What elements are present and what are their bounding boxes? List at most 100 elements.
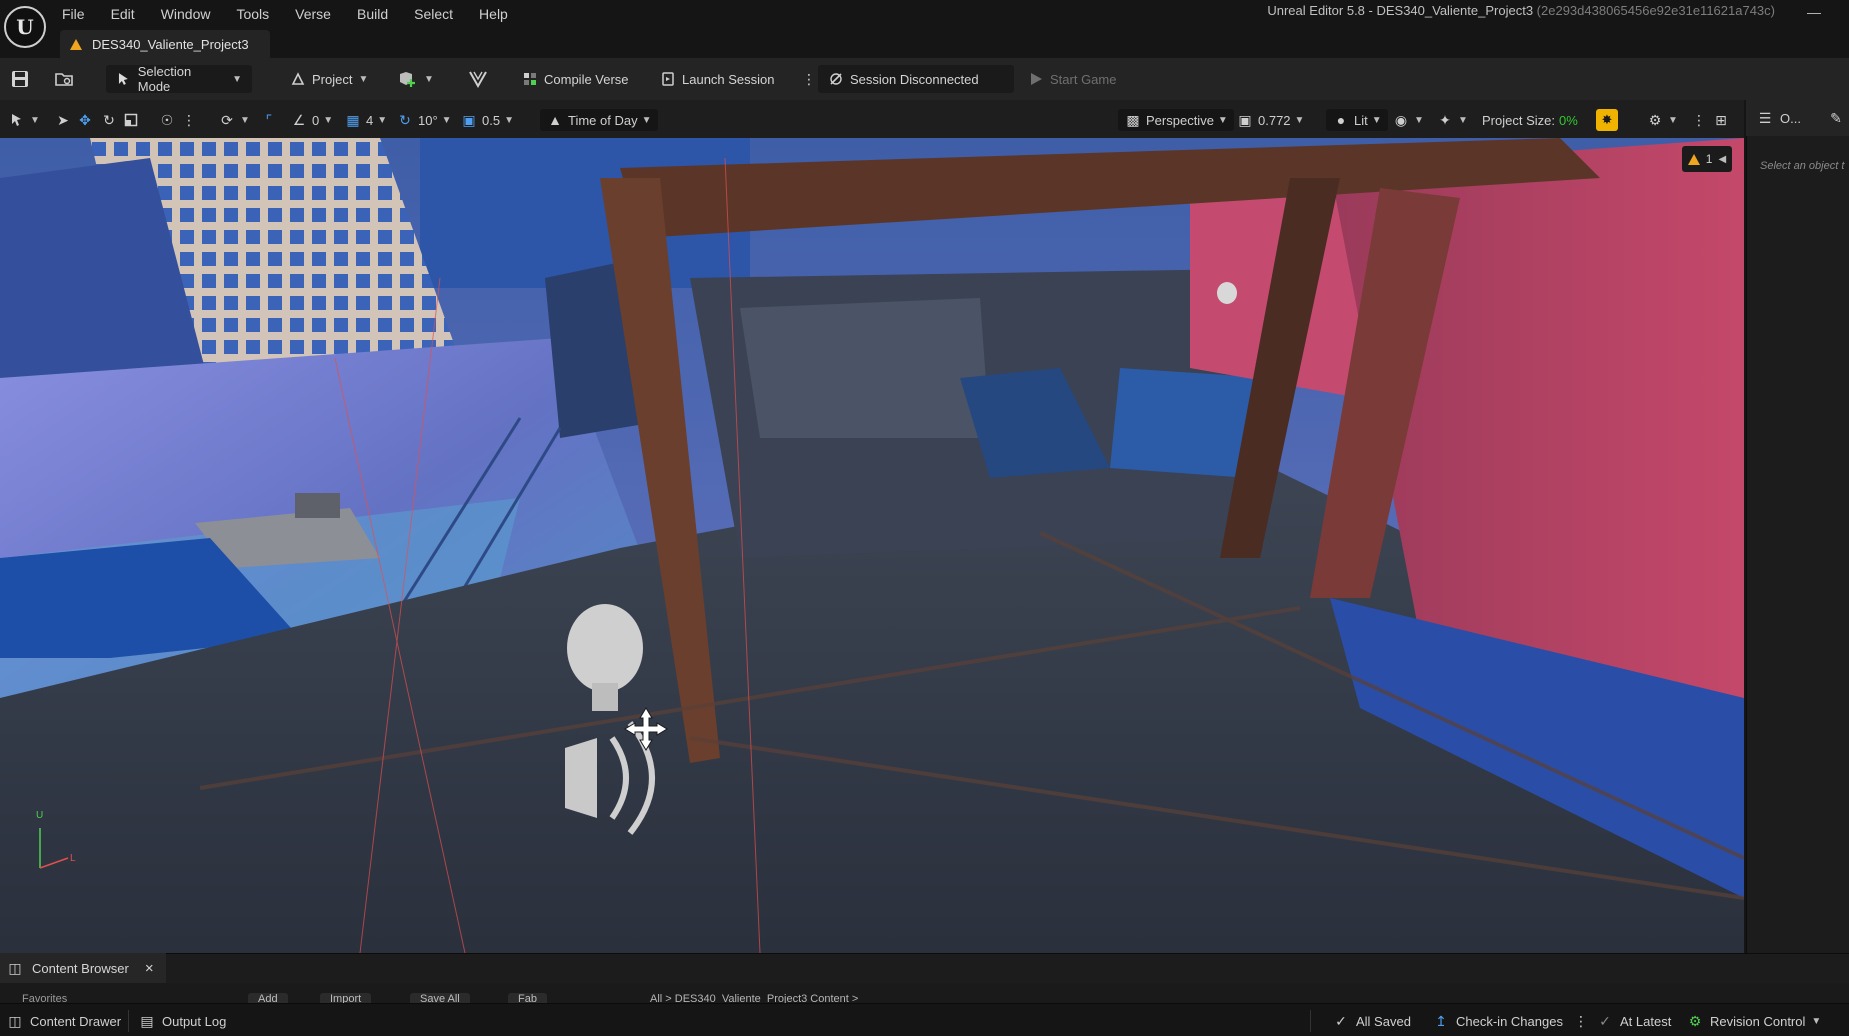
- window-title-text: Unreal Editor 5.8 - DES340_Valiente_Proj…: [1267, 3, 1534, 18]
- session-options-button[interactable]: ⋮: [800, 65, 818, 93]
- menu-select[interactable]: Select: [414, 6, 453, 22]
- viewport-more-button[interactable]: ⋮: [1690, 109, 1708, 131]
- camera-speed-dropdown[interactable]: ▣ 0.772 ▼: [1236, 109, 1304, 131]
- select-tool-button[interactable]: ➤: [54, 109, 72, 131]
- content-browser-toolbar-peek: Favorites Add Import Save All Fab All > …: [0, 983, 1849, 1003]
- view-mode-label: Lit: [1354, 112, 1368, 128]
- scale-snap-dropdown[interactable]: ▣ 0.5 ▼: [460, 109, 514, 131]
- view-mode-dropdown[interactable]: ● Lit ▼: [1326, 109, 1388, 131]
- project-size-value: 0%: [1558, 112, 1578, 128]
- compile-verse-button[interactable]: Compile Verse: [522, 65, 629, 93]
- content-drawer-label: Content Drawer: [30, 1013, 122, 1029]
- tab-content-browser[interactable]: ◫ Content Browser ×: [0, 953, 166, 983]
- save-all-button[interactable]: Save All: [410, 993, 470, 1003]
- viewport-options-dropdown[interactable]: ▼: [10, 109, 40, 131]
- check-in-options-button[interactable]: ⋮: [1572, 1012, 1590, 1030]
- warning-icon: [1687, 153, 1700, 165]
- minimize-button[interactable]: —: [1807, 4, 1821, 20]
- menu-file[interactable]: File: [62, 6, 85, 22]
- warning-count: 1: [1705, 152, 1713, 166]
- angle-snap-dropdown[interactable]: ↻ 10° ▼: [396, 109, 451, 131]
- viewport-warning-badge[interactable]: 1 ◀: [1682, 146, 1732, 172]
- rotate-snap-dropdown[interactable]: ∠ 0 ▼: [290, 109, 333, 131]
- revision-control-dropdown[interactable]: ⚙ Revision Control ▼: [1686, 1012, 1822, 1030]
- perspective-dropdown[interactable]: ▩ Perspective ▼: [1118, 109, 1234, 131]
- menu-tools[interactable]: Tools: [236, 6, 269, 22]
- level-viewport[interactable]: U L 1 ◀: [0, 138, 1744, 953]
- fab-button[interactable]: Fab: [508, 993, 547, 1003]
- coordinate-space-button[interactable]: ☉: [158, 109, 176, 131]
- show-flags-dropdown[interactable]: ◉ ▼: [1392, 109, 1424, 131]
- performance-dropdown[interactable]: ✦ ▼: [1436, 109, 1468, 131]
- time-of-day-label: Time of Day: [568, 112, 638, 128]
- snap-toggle-button[interactable]: ✸: [1596, 109, 1618, 131]
- launch-session-button[interactable]: Launch Session: [660, 65, 775, 93]
- edit-icon[interactable]: ✎: [1827, 109, 1845, 127]
- surface-normal-button[interactable]: ⌜: [260, 109, 278, 131]
- grid-icon: ▦: [346, 111, 360, 128]
- outliner-icon: ☰: [1758, 109, 1772, 126]
- move-tool-button[interactable]: ✥: [76, 109, 94, 131]
- surface-snap-dropdown[interactable]: ⟳ ▼: [218, 109, 250, 131]
- content-browser-panel: [0, 953, 1849, 983]
- add-button[interactable]: Add: [248, 993, 288, 1003]
- window-title: Unreal Editor 5.8 - DES340_Valiente_Proj…: [1267, 3, 1775, 18]
- content-path-breadcrumb[interactable]: All > DES340_Valiente_Project3 Content >: [650, 993, 858, 1003]
- all-saved-button[interactable]: ✓ All Saved: [1332, 1012, 1411, 1030]
- viewport-settings-dropdown[interactable]: ⚙ ▼: [1646, 109, 1678, 131]
- output-log-button[interactable]: ▤ Output Log: [138, 1012, 226, 1030]
- axis-u-label: U: [36, 810, 44, 821]
- kebab-menu-icon: ⋮: [802, 70, 816, 87]
- save-button[interactable]: [10, 65, 30, 93]
- import-button[interactable]: Import: [320, 993, 372, 1003]
- session-status[interactable]: Session Disconnected: [818, 65, 1014, 93]
- angle-snap-icon: ↻: [399, 111, 411, 128]
- angle-icon: ∠: [292, 111, 306, 128]
- details-panel-header[interactable]: ☰ O... ✎: [1746, 100, 1849, 136]
- tab-row: [0, 30, 1849, 58]
- chevron-left-icon: ◀: [1718, 153, 1727, 165]
- menu-window[interactable]: Window: [161, 6, 211, 22]
- check-in-changes-button[interactable]: ↥ Check-in Changes: [1432, 1012, 1563, 1030]
- tab-project[interactable]: DES340_Valiente_Project3: [60, 30, 270, 58]
- selection-mode-label: Selection Mode: [137, 64, 192, 94]
- scale-snap-icon: ▣: [462, 111, 476, 128]
- layout-button[interactable]: ⊞: [1712, 109, 1730, 131]
- chevron-down-icon: ▼: [1668, 114, 1678, 126]
- session-status-label: Session Disconnected: [850, 71, 979, 87]
- menu-build[interactable]: Build: [357, 6, 388, 22]
- content-drawer-button[interactable]: ◫ Content Drawer: [6, 1012, 121, 1030]
- unreal-logo-icon[interactable]: U: [4, 6, 46, 48]
- add-content-dropdown[interactable]: ▼: [398, 65, 434, 93]
- scale-tool-button[interactable]: [124, 109, 138, 131]
- favorites-label[interactable]: Favorites: [22, 993, 67, 1003]
- tab-project-label: DES340_Valiente_Project3: [92, 36, 249, 52]
- transform-options-button[interactable]: ⋮: [180, 109, 198, 131]
- axis-l-label: L: [70, 853, 76, 864]
- save-icon: [12, 71, 28, 87]
- project-label: Project: [312, 71, 353, 87]
- selection-mode-dropdown[interactable]: Selection Mode ▼: [106, 64, 252, 94]
- folder-icon: [55, 73, 73, 86]
- menu-help[interactable]: Help: [479, 6, 508, 22]
- rotate-tool-button[interactable]: ↻: [100, 109, 118, 131]
- project-dropdown[interactable]: Project ▼: [290, 65, 368, 93]
- viewport-scene: [0, 138, 1744, 953]
- verse-button[interactable]: [468, 65, 488, 93]
- status-bar: ◫ Content Drawer ▤ Output Log ✓ All Save…: [0, 1003, 1849, 1036]
- start-game-button[interactable]: Start Game: [1028, 65, 1116, 93]
- grid-snap-dropdown[interactable]: ▦ 4 ▼: [344, 109, 387, 131]
- at-latest-label: At Latest: [1620, 1013, 1672, 1029]
- chevron-down-icon: ▼: [30, 114, 40, 126]
- close-icon[interactable]: ×: [145, 960, 154, 977]
- content-browser-label: Content Browser: [32, 960, 129, 976]
- browse-button[interactable]: [54, 65, 74, 93]
- kebab-menu-icon: ⋮: [182, 111, 196, 128]
- verse-icon: [469, 71, 487, 88]
- chevron-down-icon: ▼: [1811, 1015, 1822, 1027]
- time-of-day-dropdown[interactable]: ▲ Time of Day ▼: [540, 109, 658, 131]
- snap-rotate-icon: ⟳: [221, 111, 233, 128]
- at-latest-indicator[interactable]: ✓ At Latest: [1596, 1012, 1671, 1030]
- menu-verse[interactable]: Verse: [295, 6, 331, 22]
- menu-edit[interactable]: Edit: [111, 6, 135, 22]
